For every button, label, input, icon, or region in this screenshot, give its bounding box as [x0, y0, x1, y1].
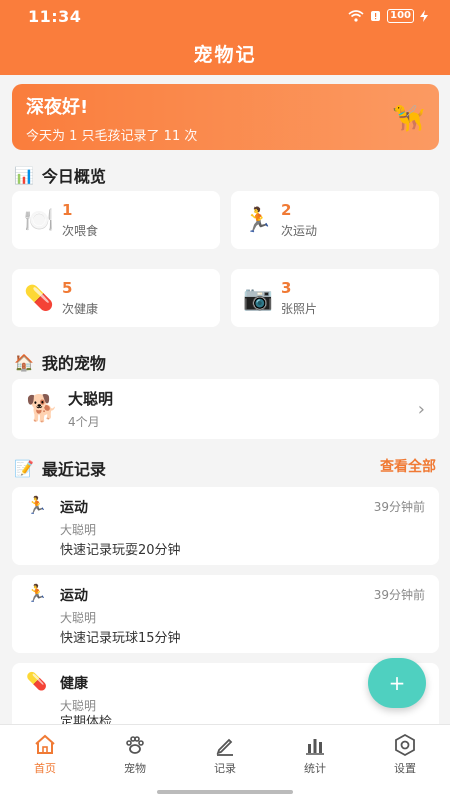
tab-label: 记录: [214, 762, 236, 775]
pet-card[interactable]: 🐕 大聪明 4个月 ›: [12, 379, 439, 439]
tab-settings[interactable]: 设置: [360, 725, 450, 800]
pets-header: 🏠 我的宠物: [14, 350, 106, 374]
app-header: 11:34 100 宠物记: [0, 0, 450, 75]
home-icon: [35, 734, 55, 754]
pencil-icon: [216, 738, 233, 756]
greeting-subtitle: 今天为 1 只毛孩记录了 11 次: [26, 129, 198, 144]
tab-label: 首页: [34, 762, 56, 775]
record-item[interactable]: 🏃 运动 39分钟前 大聪明 快速记录玩耍20分钟: [12, 487, 439, 565]
battery-indicator: 100: [387, 9, 414, 23]
status-time: 11:34: [28, 6, 82, 26]
see-all-link[interactable]: 查看全部: [380, 456, 436, 476]
recent-title: 最近记录: [41, 460, 106, 479]
memo-icon: 📝: [14, 458, 34, 478]
running-icon: 🏃: [26, 584, 48, 604]
tab-label: 统计: [304, 762, 326, 775]
stat-card-photos[interactable]: 📷 3 张照片: [231, 269, 439, 327]
page-title: 宠物记: [193, 44, 257, 66]
add-record-button[interactable]: +: [368, 658, 426, 708]
home-indicator[interactable]: [157, 790, 293, 794]
settings-icon: [395, 733, 415, 757]
pets-title: 我的宠物: [41, 354, 106, 373]
stat-card-feeding[interactable]: 🍽️ 1 次喂食: [12, 191, 220, 249]
running-icon: 🏃: [26, 496, 48, 516]
record-pet: 大聪明: [60, 611, 97, 625]
tab-label: 设置: [394, 762, 416, 775]
record-item[interactable]: 🏃 运动 39分钟前 大聪明 快速记录玩球15分钟: [12, 575, 439, 653]
stat-value: 3: [281, 279, 292, 297]
chevron-right-icon: ›: [417, 399, 425, 420]
record-time: 39分钟前: [373, 500, 425, 514]
greeting-banner: 深夜好! 今天为 1 只毛孩记录了 11 次 🦮: [12, 84, 439, 150]
stat-label: 次运动: [281, 224, 318, 238]
pet-age: 4个月: [68, 415, 100, 429]
greeting-title: 深夜好!: [26, 97, 89, 118]
stat-value: 5: [62, 279, 73, 297]
overview-header: 📊 今日概览: [14, 163, 106, 187]
record-note: 快速记录玩球15分钟: [60, 631, 181, 646]
house-icon: 🏠: [14, 352, 34, 372]
stat-label: 次健康: [62, 302, 99, 316]
record-note: 快速记录玩耍20分钟: [60, 543, 181, 558]
pill-icon: 💊: [26, 672, 48, 692]
guide-dog-icon: 🦮: [392, 104, 425, 134]
record-type: 健康: [60, 676, 88, 692]
pet-name: 大聪明: [68, 390, 114, 408]
plate-icon: 🍽️: [24, 206, 54, 234]
tab-records[interactable]: 记录: [180, 725, 270, 800]
status-icons: 100: [348, 9, 428, 23]
recent-header: 📝 最近记录: [14, 456, 106, 480]
tab-home[interactable]: 首页: [0, 725, 90, 800]
camera-icon: 📷: [243, 284, 273, 312]
record-time: 39分钟前: [373, 588, 425, 602]
plus-icon: +: [388, 671, 406, 695]
running-icon: 🏃: [243, 206, 273, 234]
notification-icon: [371, 11, 381, 21]
pill-icon: 💊: [24, 284, 54, 312]
stat-label: 次喂食: [62, 224, 99, 238]
paw-icon: [126, 736, 144, 754]
bar-chart-icon: [306, 739, 324, 755]
wifi-icon: [348, 10, 364, 22]
stat-label: 张照片: [281, 302, 318, 316]
stat-card-health[interactable]: 💊 5 次健康: [12, 269, 220, 327]
charging-icon: [420, 10, 428, 22]
stat-value: 2: [281, 201, 292, 219]
tab-stats[interactable]: 统计: [270, 725, 360, 800]
tab-pets[interactable]: 宠物: [90, 725, 180, 800]
stat-card-exercise[interactable]: 🏃 2 次运动: [231, 191, 439, 249]
bar-chart-emoji-icon: 📊: [14, 165, 34, 185]
stat-value: 1: [62, 201, 73, 219]
status-bar: 11:34 100: [0, 0, 450, 32]
dog-avatar-icon: 🐕: [26, 394, 59, 424]
record-type: 运动: [60, 588, 88, 604]
bottom-tab-bar: 首页 宠物 记录 统计 设置: [0, 724, 450, 800]
tab-label: 宠物: [124, 762, 146, 775]
record-pet: 大聪明: [60, 523, 97, 537]
record-type: 运动: [60, 500, 88, 516]
overview-title: 今日概览: [41, 167, 106, 186]
